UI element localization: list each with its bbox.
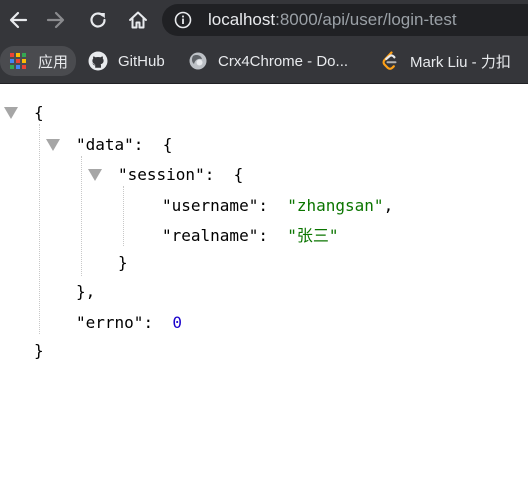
info-icon[interactable]: [174, 11, 192, 29]
json-line: "session": {: [118, 160, 243, 190]
collapse-session-caret-icon[interactable]: [88, 169, 102, 181]
bookmark-crx4chrome[interactable]: Crx4Chrome - Do...: [188, 46, 348, 76]
json-line: "username": "zhangsan",: [162, 191, 393, 221]
back-button[interactable]: [4, 6, 32, 34]
value-realname: "张三": [287, 226, 339, 245]
arrow-left-icon: [9, 11, 28, 29]
colon: :: [133, 135, 144, 154]
colon: :: [204, 165, 215, 184]
collapse-data-caret-icon[interactable]: [46, 139, 60, 151]
brace-close: },: [76, 282, 96, 301]
arrow-right-icon: [46, 11, 65, 29]
json-line: "realname": "张三": [162, 221, 339, 251]
leetcode-icon: [380, 51, 400, 71]
comma: ,: [383, 196, 394, 215]
address-bar[interactable]: localhost:8000/api/user/login-test: [162, 4, 528, 36]
value-username: "zhangsan": [287, 196, 384, 215]
colon: :: [143, 313, 154, 332]
bookmark-leetcode[interactable]: Mark Liu - 力扣: [380, 46, 511, 76]
crx4chrome-icon: [188, 51, 208, 71]
key-errno: "errno": [76, 313, 144, 332]
brace-close: }: [34, 341, 44, 360]
json-line: "data": {: [76, 130, 172, 160]
key-username: "username": [162, 196, 259, 215]
key-session: "session": [118, 165, 205, 184]
bookmark-label: Mark Liu - 力扣: [410, 53, 511, 71]
json-line: },: [76, 277, 95, 307]
home-button[interactable]: [124, 6, 152, 34]
json-viewer: { "data": { "session": { "username": "zh…: [0, 84, 528, 492]
url-host: localhost: [208, 10, 276, 29]
brace-open: {: [233, 165, 244, 184]
url-text[interactable]: localhost:8000/api/user/login-test: [208, 4, 457, 36]
apps-grid-icon: [8, 51, 28, 71]
indent-guide: [123, 186, 124, 246]
value-errno: 0: [172, 313, 182, 332]
key-data: "data": [76, 135, 134, 154]
browser-toolbar: localhost:8000/api/user/login-test: [0, 0, 528, 40]
json-line: }: [118, 248, 128, 278]
forward-button[interactable]: [42, 6, 70, 34]
collapse-root-caret-icon[interactable]: [4, 107, 18, 119]
brace-open: {: [34, 103, 44, 122]
key-realname: "realname": [162, 226, 259, 245]
url-path: :8000/api/user/login-test: [275, 10, 457, 29]
bookmark-apps[interactable]: 应用: [0, 46, 77, 76]
reload-button[interactable]: [84, 6, 112, 34]
bookmarks-bar: 应用 GitHub Crx4Chrome - Do... Mark Liu - …: [0, 40, 528, 84]
colon: :: [258, 196, 268, 215]
brace-close: }: [118, 253, 128, 272]
indent-guide: [81, 156, 82, 276]
bookmark-label: 应用: [38, 53, 69, 71]
colon: :: [258, 226, 268, 245]
bookmark-label: Crx4Chrome - Do...: [218, 52, 349, 70]
bookmark-label: GitHub: [118, 52, 165, 70]
indent-guide: [39, 124, 40, 334]
github-icon: [88, 51, 108, 71]
json-line: }: [34, 336, 44, 366]
json-line: "errno": 0: [76, 308, 182, 338]
json-line: {: [34, 98, 44, 128]
brace-open: {: [162, 135, 173, 154]
reload-icon: [90, 12, 106, 28]
bookmark-github[interactable]: GitHub: [88, 46, 165, 76]
home-icon: [129, 11, 147, 29]
